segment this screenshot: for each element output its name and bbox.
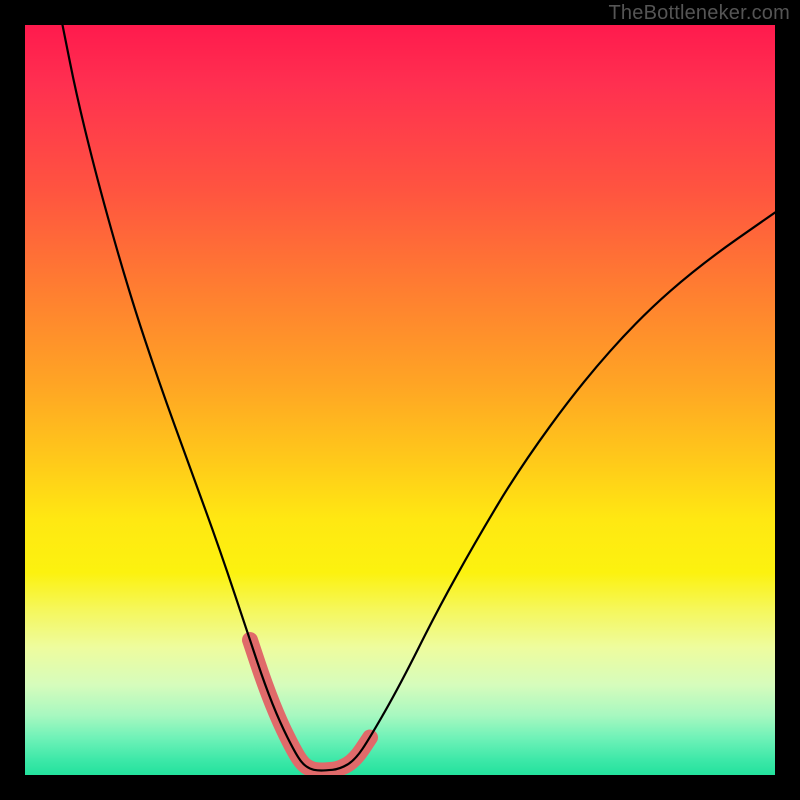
curve-layer [25,25,775,775]
curve-line [63,25,776,771]
chart-frame: TheBottleneker.com [0,0,800,800]
curve-highlight [250,640,370,771]
watermark-text: TheBottleneker.com [609,2,790,25]
plot-area [25,25,775,775]
